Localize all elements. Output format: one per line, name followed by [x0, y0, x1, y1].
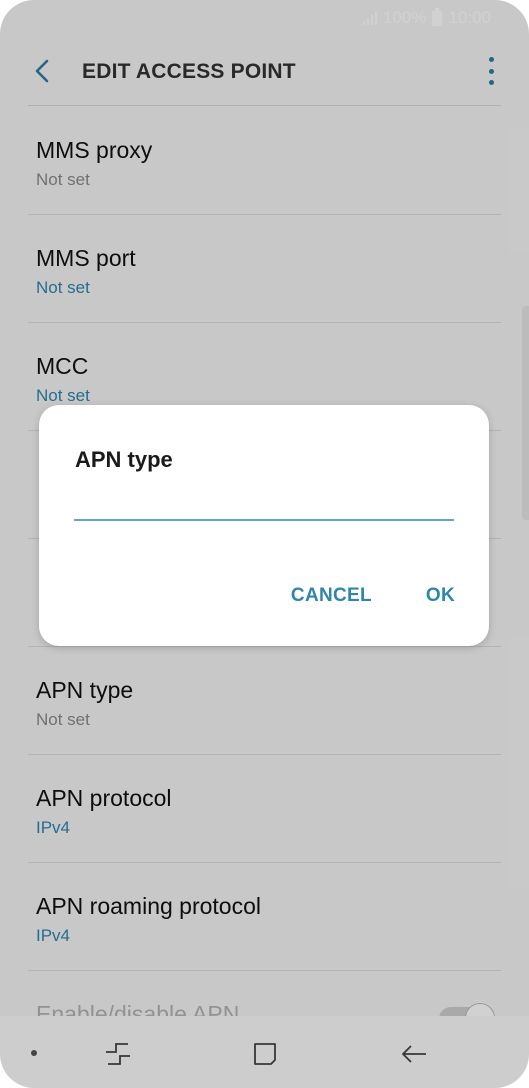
- phone-screen: 100% 10:00 EDIT ACCESS POINT MMS proxy N…: [0, 0, 529, 1088]
- apn-type-dialog: APN type CANCEL OK: [39, 405, 489, 646]
- apn-type-input[interactable]: [74, 485, 454, 521]
- dialog-actions: CANCEL OK: [291, 585, 455, 607]
- dialog-title: APN type: [75, 447, 173, 472]
- ok-button[interactable]: OK: [426, 585, 455, 607]
- cancel-button[interactable]: CANCEL: [291, 585, 372, 607]
